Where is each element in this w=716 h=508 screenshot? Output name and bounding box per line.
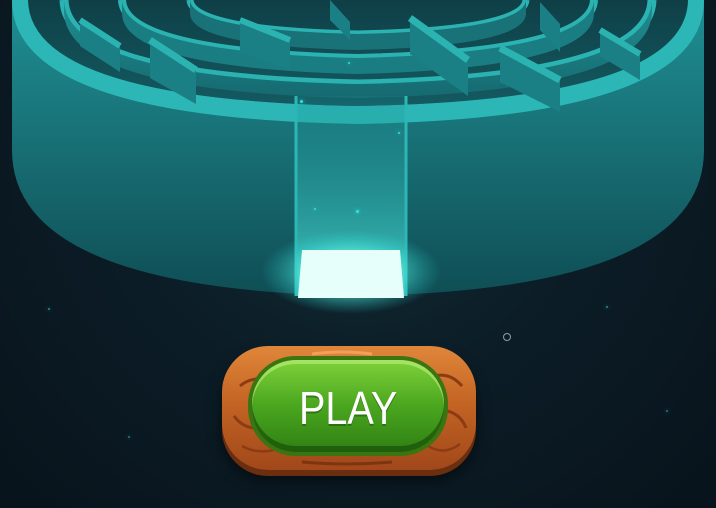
- play-button-face[interactable]: PLAY: [252, 360, 444, 452]
- particle: [606, 306, 608, 308]
- particle: [398, 132, 400, 134]
- particle: [128, 436, 130, 438]
- loading-ring-icon: [503, 333, 511, 341]
- play-button[interactable]: PLAY: [222, 346, 476, 476]
- play-label: PLAY: [298, 382, 398, 434]
- particle: [348, 62, 350, 64]
- glowing-exit-tile: [298, 250, 404, 298]
- particle: [666, 410, 668, 412]
- game-screen: PLAY: [0, 0, 716, 508]
- particle: [356, 210, 359, 213]
- particle: [48, 308, 50, 310]
- particle: [300, 100, 303, 103]
- particle: [314, 208, 316, 210]
